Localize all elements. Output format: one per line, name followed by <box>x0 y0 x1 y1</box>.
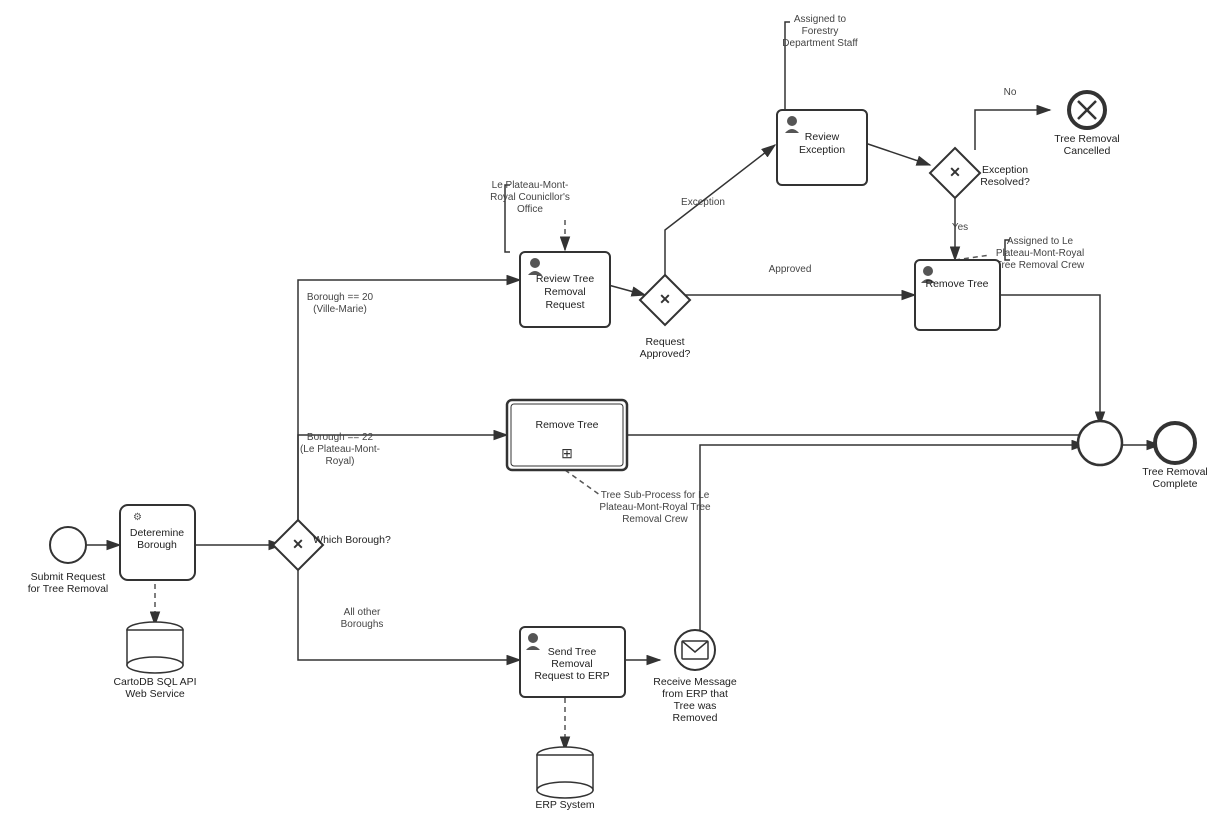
tree-removal-complete-label2: Complete <box>1153 478 1198 490</box>
person-icon-remove-top <box>923 266 933 276</box>
forestry-label3: Department Staff <box>782 38 858 49</box>
tree-removal-complete-event <box>1155 423 1195 463</box>
all-other-label2: Boroughs <box>341 619 384 630</box>
erp-system-label: ERP System <box>535 799 595 811</box>
receive-msg-label1: Receive Message <box>653 676 737 688</box>
borough22-label2: (Le Plateau-Mont- <box>300 444 380 455</box>
person-icon-exception <box>787 116 797 126</box>
review-exception-label2: Exception <box>799 144 845 156</box>
borough20-label2: (Ville-Marie) <box>313 304 367 315</box>
send-tree-erp-label2: Removal <box>551 658 592 670</box>
all-other-label1: All other <box>344 607 381 618</box>
review-tree-label3: Request <box>545 299 584 311</box>
receive-msg-label3: Tree was <box>674 700 717 712</box>
review-exception-label1: Review <box>805 131 840 143</box>
approved-flow-label: Approved <box>769 264 812 275</box>
flow-no <box>975 110 1050 150</box>
exception-flow-label: Exception <box>681 197 725 208</box>
plus-icon: ⊞ <box>561 445 573 461</box>
bracket-forestry <box>785 22 790 115</box>
borough22-label3: Royal) <box>326 456 355 467</box>
le-plateau-label1: Le Plateau-Mont- <box>492 180 569 191</box>
remove-tree-sub-label1: Remove Tree <box>535 419 598 431</box>
request-approved-label1: Request <box>645 336 684 348</box>
receive-msg-label2: from ERP that <box>662 688 728 700</box>
flow-exception-to-gw <box>865 143 930 165</box>
forestry-label1: Assigned to <box>794 14 847 25</box>
review-tree-label2: Removal <box>544 286 585 298</box>
le-plateau-label2: Royal Counicllor's <box>490 192 570 203</box>
borough20-label1: Borough == 20 <box>307 292 374 303</box>
assigned-crew-label3: Tree Removal Crew <box>996 260 1085 271</box>
erp-db-bottom <box>537 782 593 798</box>
x-icon-approved: ✕ <box>659 291 671 307</box>
exception-resolved-label1: Exception <box>982 164 1028 176</box>
assigned-crew-label1: Assigned to Le <box>1007 236 1074 247</box>
which-borough-label: Which Borough? <box>313 534 391 546</box>
start-event <box>50 527 86 563</box>
sub-process-label2: Plateau-Mont-Royal Tree <box>599 502 711 513</box>
no-flow-label: No <box>1004 87 1017 98</box>
gear-icon: ⚙ <box>133 512 142 523</box>
determine-borough-label2: Borough <box>137 539 177 551</box>
flow-exception <box>665 145 775 285</box>
tree-removal-complete-label1: Tree Removal <box>1142 466 1207 478</box>
forestry-label2: Forestry <box>802 26 839 37</box>
assigned-crew-label2: Plateau-Mont-Royal <box>996 248 1084 259</box>
review-tree-label1: Review Tree <box>536 273 595 285</box>
le-plateau-label3: Office <box>517 204 543 215</box>
cartodb-label2: Web Service <box>125 688 184 700</box>
sub-process-label3: Removal Crew <box>622 514 688 525</box>
diagram-container: Submit Request for Tree Removal ⚙ Detere… <box>0 0 1207 819</box>
start-event-label: Submit Request <box>31 571 106 583</box>
flow-removetree-to-merge <box>995 295 1100 425</box>
borough22-label1: Borough == 22 <box>307 432 374 443</box>
merge-gateway <box>1078 421 1122 465</box>
cartodb-db-bottom <box>127 657 183 673</box>
send-tree-erp-label1: Send Tree <box>548 646 597 658</box>
flow-all-boroughs <box>298 565 520 660</box>
start-event-label2: for Tree Removal <box>28 583 109 595</box>
exception-resolved-label2: Resolved? <box>980 176 1030 188</box>
tree-removal-cancelled-label1: Tree Removal <box>1054 133 1120 145</box>
yes-flow-label: Yes <box>952 222 968 233</box>
receive-msg-label4: Removed <box>673 712 718 724</box>
bpmn-diagram: Submit Request for Tree Removal ⚙ Detere… <box>0 0 1207 819</box>
sub-process-label1: Tree Sub-Process for Le <box>601 490 710 501</box>
person-icon-erp <box>528 633 538 643</box>
request-approved-label2: Approved? <box>640 348 691 360</box>
send-tree-erp-label3: Request to ERP <box>534 670 609 682</box>
x-icon-borough: ✕ <box>292 536 304 552</box>
x-icon-resolved: ✕ <box>949 164 961 180</box>
cartodb-label1: CartoDB SQL API <box>113 676 196 688</box>
flow-receive-to-merge <box>700 445 1085 645</box>
flow-sub-dashed <box>565 470 600 495</box>
remove-tree-top-label1: Remove Tree <box>925 278 988 290</box>
determine-borough-label1: Deteremine <box>130 527 184 539</box>
person-icon-review <box>530 258 540 268</box>
tree-removal-cancelled-label2: Cancelled <box>1064 145 1111 157</box>
flow-borough20 <box>298 280 520 525</box>
